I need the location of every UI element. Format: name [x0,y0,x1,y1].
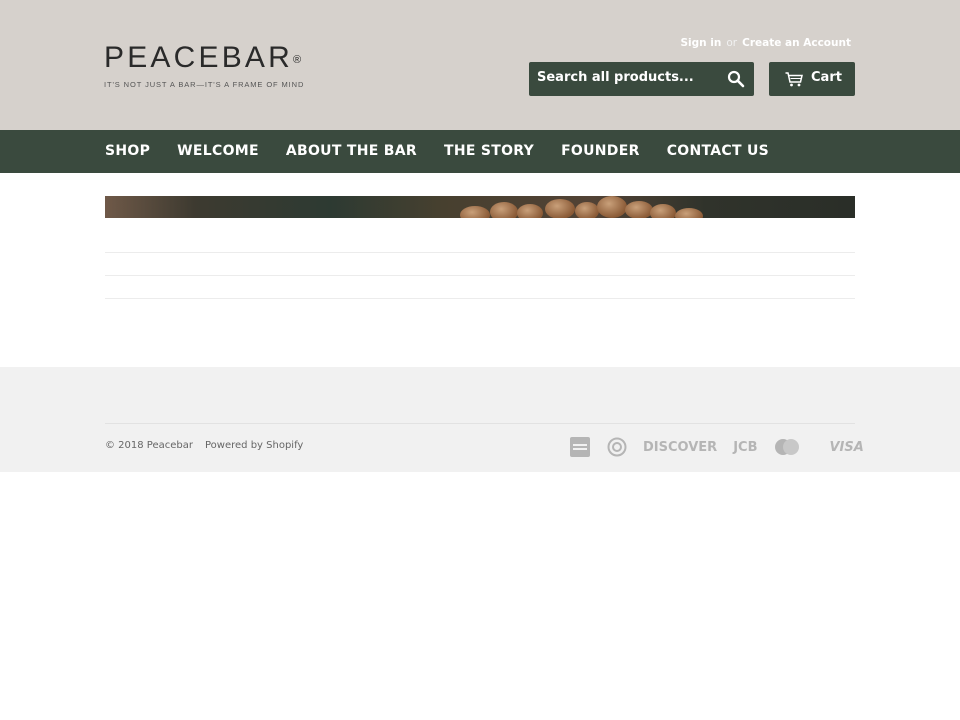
jcb-icon: JCB [733,439,758,455]
main-nav: SHOP WELCOME ABOUT THE BAR THE STORY FOU… [0,130,960,173]
cart-label: Cart [811,70,842,85]
copyright-text: © 2018 Peacebar [105,440,193,451]
cart-button[interactable]: Cart [769,62,855,96]
or-separator: or [726,37,738,49]
search-input[interactable]: Search all products... [537,70,694,85]
account-links: Sign in or Create an Account [680,37,851,49]
payment-icons: DISCOVER JCB VISA [569,436,864,458]
footer-divider [105,423,855,424]
site-logo[interactable]: PEACEBAR® IT'S NOT JUST A BAR—IT'S A FRA… [104,41,334,90]
visa-icon: VISA [829,439,864,455]
search-box[interactable]: Search all products... [529,62,754,96]
nav-item-about-the-bar[interactable]: ABOUT THE BAR [286,143,417,159]
nav-item-founder[interactable]: FOUNDER [561,143,640,159]
american-express-icon [569,436,591,458]
discover-icon: DISCOVER [643,439,718,455]
create-account-link[interactable]: Create an Account [742,37,851,49]
site-footer: © 2018 Peacebar Powered by Shopify DISCO… [0,367,960,472]
logo-wordmark: PEACEBAR® [104,41,302,74]
content-divider [105,275,855,276]
nav-item-the-story[interactable]: THE STORY [444,143,534,159]
nav-item-welcome[interactable]: WELCOME [177,143,259,159]
sign-in-link[interactable]: Sign in [680,37,721,49]
nav-item-shop[interactable]: SHOP [105,143,150,159]
site-header: PEACEBAR® IT'S NOT JUST A BAR—IT'S A FRA… [0,0,960,130]
search-icon[interactable] [727,70,745,88]
powered-by-link[interactable]: Powered by Shopify [205,440,303,451]
content-divider [105,298,855,299]
cart-icon [785,72,803,87]
diners-club-icon [607,437,627,457]
master-icon [773,438,801,456]
hero-image [105,196,855,218]
logo-tagline: IT'S NOT JUST A BAR—IT'S A FRAME OF MIND [104,80,305,89]
nav-item-contact-us[interactable]: CONTACT US [667,143,769,159]
content-divider [105,252,855,253]
